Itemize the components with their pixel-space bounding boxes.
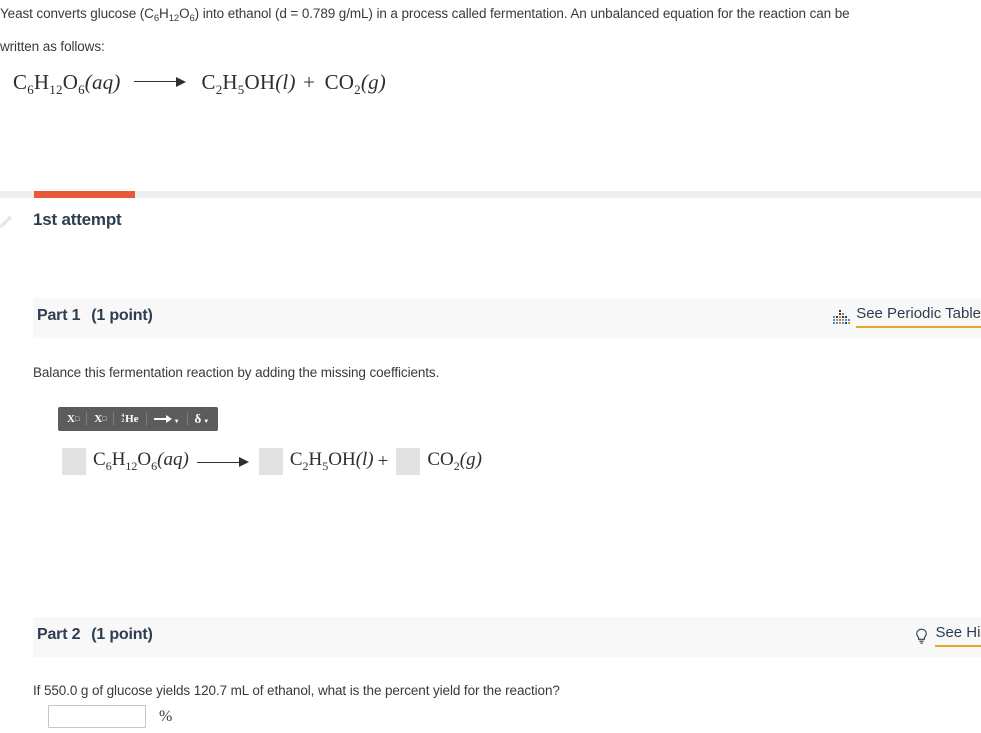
chevron-down-icon: ▼ (203, 419, 210, 425)
part-2-header: Part 2 (1 point) See Hint (33, 617, 981, 657)
pencil-icon (0, 214, 14, 232)
lightbulb-icon (914, 628, 929, 645)
periodic-table-icon (833, 309, 851, 325)
reaction-arrow-icon (134, 75, 187, 87)
part-1-label: Part 1 (1 point) (37, 307, 153, 325)
part-1-title: Part 1 (37, 307, 81, 324)
arrow-button[interactable]: ▼ (147, 407, 187, 431)
coefficient-input-3[interactable] (396, 448, 421, 475)
delta-button[interactable]: δ ▼ (188, 407, 217, 431)
prompt-line-2: written as follows: (0, 39, 105, 54)
part-2-points: (1 point) (91, 626, 153, 643)
coefficient-input-2[interactable] (258, 448, 283, 475)
balance-equation-row: C6H12O6(aq) C2H5OH(l) + CO2(g) (62, 448, 482, 475)
answer-plus: + (377, 450, 389, 472)
answer-reactant: C6H12O6(aq) (93, 449, 189, 473)
see-periodic-table-link[interactable]: See Periodic Table (833, 306, 981, 328)
attempt-progress-track (0, 191, 981, 198)
state-l: (l) (275, 70, 296, 94)
see-hint-link[interactable]: See Hint (914, 625, 981, 647)
answer-product-2: CO2(g) (427, 449, 482, 473)
answer-reaction-arrow-icon (196, 456, 249, 468)
chevron-down-icon: ▼ (173, 419, 180, 425)
question-prompt: Yeast converts glucose (C6H12O6) into et… (0, 0, 966, 61)
state-g: (g) (360, 70, 386, 94)
coefficient-input-1[interactable] (62, 448, 86, 475)
part-2-label: Part 2 (1 point) (37, 626, 153, 644)
prompt-text-c: O (179, 6, 190, 21)
percent-yield-answer-row: % (48, 705, 172, 728)
isotope-symbol: He (125, 413, 139, 425)
prompt-sub-2: 12 (168, 13, 180, 24)
isotope-button[interactable]: 4 2 He (114, 407, 145, 431)
percent-unit-label: % (159, 707, 173, 725)
see-periodic-table-label: See Periodic Table (856, 306, 981, 328)
attempt-title: 1st attempt (33, 210, 122, 229)
prompt-text-d: ) into ethanol (d = 0.789 g/mL) in a pro… (194, 6, 850, 21)
prompt-text-a: Yeast converts glucose (C (0, 6, 154, 21)
unbalanced-equation: C6H12O6(aq) C2H5OH(l) + CO2(g) (13, 70, 386, 98)
attempt-header: 1st attempt (0, 210, 981, 246)
subscript-button[interactable]: X □ (87, 407, 113, 431)
part-1-points: (1 point) (91, 307, 153, 324)
see-hint-label: See Hint (935, 625, 981, 647)
part-2-title: Part 2 (37, 626, 81, 643)
isotope-numbers: 4 2 (121, 412, 125, 424)
math-editor-toolbar[interactable]: X □ X □ 4 2 He ▼ δ ▼ (58, 407, 219, 431)
arrow-icon (153, 415, 172, 423)
prompt-line-1: Yeast converts glucose (C6H12O6) into et… (0, 6, 850, 24)
prompt-text-b: H (159, 6, 169, 21)
state-aq: (aq) (84, 70, 121, 94)
delta-symbol: δ (194, 411, 202, 426)
equation-plus: + (303, 70, 316, 94)
superscript-button[interactable]: X □ (60, 407, 86, 431)
part-1-instruction: Balance this fermentation reaction by ad… (33, 365, 440, 380)
equation-product-2: CO2(g) (324, 70, 386, 97)
part-2-question: If 550.0 g of glucose yields 120.7 mL of… (33, 683, 560, 698)
answer-product-1: C2H5OH(l) (289, 449, 374, 473)
equation-reactant: C6H12O6(aq) (13, 70, 121, 97)
equation-product-1: C2H5OH(l) (201, 70, 296, 97)
attempt-progress-fill (34, 191, 135, 198)
part-1-header: Part 1 (1 point) See Periodic Table (33, 298, 981, 338)
percent-yield-input[interactable] (48, 705, 146, 728)
